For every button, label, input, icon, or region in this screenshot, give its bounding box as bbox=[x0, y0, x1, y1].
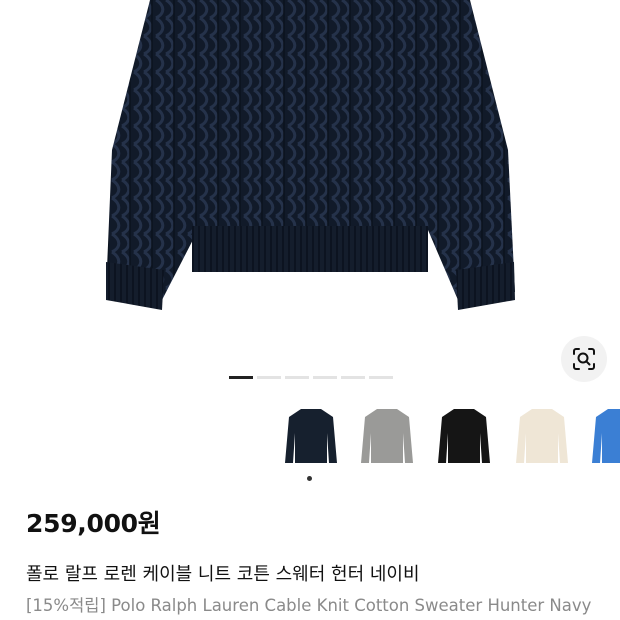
pager-indicator[interactable] bbox=[229, 376, 253, 379]
pager-indicator[interactable] bbox=[313, 376, 337, 379]
variant-thumb-navy[interactable] bbox=[279, 400, 343, 470]
variant-thumb-gray[interactable] bbox=[355, 400, 419, 470]
selected-variant-dot bbox=[307, 476, 312, 481]
variant-sweater-black bbox=[438, 409, 490, 463]
variant-thumb-black[interactable] bbox=[432, 400, 496, 470]
image-search-icon bbox=[573, 348, 595, 370]
pager-indicator[interactable] bbox=[285, 376, 309, 379]
pager-indicator[interactable] bbox=[369, 376, 393, 379]
pager-indicator[interactable] bbox=[257, 376, 281, 379]
variant-thumb-blue[interactable] bbox=[586, 400, 620, 470]
product-price: 259,000원 bbox=[26, 509, 161, 538]
image-search-button[interactable] bbox=[561, 336, 607, 382]
product-image[interactable] bbox=[0, 0, 620, 340]
variant-thumbnails bbox=[0, 400, 620, 480]
variant-thumb-cream[interactable] bbox=[510, 400, 574, 470]
variant-sweater-gray bbox=[361, 409, 413, 463]
variant-sweater-blue bbox=[592, 409, 620, 463]
variant-sweater-cream bbox=[516, 409, 568, 463]
product-subtitle: [15%적립] Polo Ralph Lauren Cable Knit Cot… bbox=[26, 596, 592, 615]
sweater-image bbox=[106, 0, 515, 310]
image-pager bbox=[229, 376, 393, 379]
product-title: 폴로 랄프 로렌 케이블 니트 코튼 스웨터 헌터 네이비 bbox=[26, 564, 420, 585]
variant-sweater-navy bbox=[285, 409, 337, 463]
pager-indicator[interactable] bbox=[341, 376, 365, 379]
